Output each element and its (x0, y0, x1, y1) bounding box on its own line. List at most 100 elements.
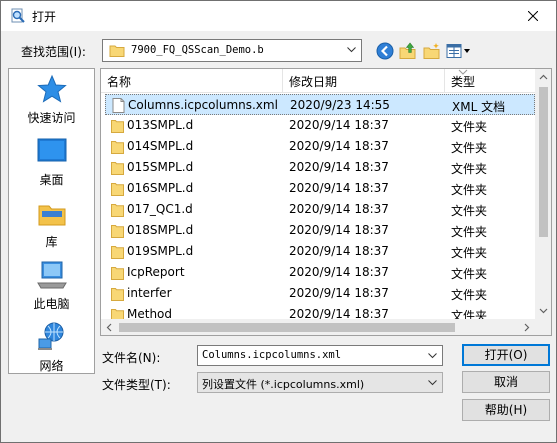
file-name: 015SMPL.d (127, 160, 194, 174)
folder-icon (111, 162, 124, 175)
filename-input[interactable]: Columns.icpcolumns.xml (197, 345, 443, 366)
file-row[interactable]: 014SMPL.d 2020/9/14 18:37 文件夹 (105, 136, 535, 157)
file-date: 2020/9/14 18:37 (289, 223, 389, 237)
file-row[interactable]: 016SMPL.d 2020/9/14 18:37 文件夹 (105, 178, 535, 199)
vertical-scroll-thumb[interactable] (539, 87, 548, 237)
folder-icon (111, 225, 124, 238)
library-icon (38, 205, 66, 226)
place-label: 网络 (39, 359, 64, 373)
place-desktop[interactable]: 桌面 (9, 135, 94, 195)
help-button[interactable]: 帮助(H) (462, 399, 550, 421)
file-type: 文件夹 (451, 246, 488, 260)
file-date: 2020/9/23 14:55 (290, 98, 390, 112)
file-type: XML 文档 (452, 100, 506, 114)
lookin-combo[interactable]: 7900_FQ_QSScan_Demo.b (102, 39, 362, 62)
window-title: 打开 (32, 10, 57, 24)
scroll-down-icon (539, 308, 548, 314)
place-label: 此电脑 (33, 297, 70, 311)
new-folder-button[interactable] (421, 40, 443, 62)
file-name: 016SMPL.d (127, 181, 194, 195)
folder-icon (111, 204, 124, 217)
file-row[interactable]: 019SMPL.d 2020/9/14 18:37 文件夹 (105, 241, 535, 262)
up-folder-button[interactable] (397, 40, 419, 62)
file-date: 2020/9/14 18:37 (289, 181, 389, 195)
file-date: 2020/9/14 18:37 (289, 160, 389, 174)
horizontal-scroll-thumb[interactable] (119, 323, 455, 332)
search-file-icon (11, 8, 25, 23)
close-button[interactable] (510, 1, 556, 31)
scroll-up-icon (539, 74, 548, 80)
network-icon (38, 322, 64, 350)
open-button[interactable]: 打开(O) (462, 344, 550, 366)
file-date: 2020/9/14 18:37 (289, 265, 389, 279)
chevron-down-icon[interactable] (428, 353, 437, 359)
file-list[interactable]: 名称 修改日期 类型 Columns.icpcolumns.xml 2020/9/… (100, 68, 552, 336)
file-type: 文件夹 (451, 288, 488, 302)
file-row[interactable]: 015SMPL.d 2020/9/14 18:37 文件夹 (105, 157, 535, 178)
open-file-dialog: 打开 查找范围(I): 7900_FQ_QSScan_Demo.b 快速访问 桌… (0, 0, 557, 443)
folder-icon (111, 267, 124, 280)
folder-icon (111, 288, 124, 301)
file-name: 018SMPL.d (127, 223, 194, 237)
column-header-date[interactable]: 修改日期 (283, 69, 445, 93)
file-row[interactable]: Columns.icpcolumns.xml 2020/9/23 14:55 XML… (105, 94, 535, 115)
file-type: 文件夹 (451, 225, 488, 239)
scroll-left-icon (106, 323, 112, 332)
back-button[interactable] (374, 40, 396, 62)
chevron-down-icon (428, 380, 437, 386)
title-bar[interactable]: 打开 (1, 1, 556, 31)
file-name: 013SMPL.d (127, 118, 194, 132)
place-quick-access[interactable]: 快速访问 (9, 73, 94, 133)
file-row[interactable]: IcpReport 2020/9/14 18:37 文件夹 (105, 262, 535, 283)
horizontal-scrollbar[interactable] (101, 319, 535, 335)
vertical-scrollbar[interactable] (535, 69, 551, 319)
filename-value: Columns.icpcolumns.xml (202, 349, 342, 361)
file-type: 文件夹 (451, 162, 488, 176)
up-folder-icon (399, 42, 416, 59)
close-icon (528, 11, 538, 21)
chevron-down-icon (347, 47, 356, 53)
filetype-select[interactable]: 列设置文件 (*.icpcolumns.xml) (197, 372, 443, 393)
file-name: interfer (127, 286, 172, 300)
lookin-value: 7900_FQ_QSScan_Demo.b (131, 44, 264, 56)
views-menu-button[interactable] (445, 40, 473, 62)
new-folder-icon (423, 43, 440, 59)
file-name: 014SMPL.d (127, 139, 194, 153)
folder-icon (111, 120, 124, 133)
cancel-button[interactable]: 取消 (462, 371, 550, 393)
place-label: 库 (45, 235, 58, 249)
file-date: 2020/9/14 18:37 (289, 244, 389, 258)
folder-icon (111, 183, 124, 196)
folder-icon (111, 141, 124, 154)
file-row[interactable]: 017_QC1.d 2020/9/14 18:37 文件夹 (105, 199, 535, 220)
file-name: IcpReport (127, 265, 185, 279)
file-name: Columns.icpcolumns.xml (128, 98, 278, 112)
views-menu-icon (446, 44, 470, 58)
file-row[interactable]: 013SMPL.d 2020/9/14 18:37 文件夹 (105, 115, 535, 136)
place-library[interactable]: 库 (9, 197, 94, 257)
file-name: 017_QC1.d (127, 202, 193, 216)
file-type: 文件夹 (451, 267, 488, 281)
folder-icon (111, 246, 124, 259)
filename-label: 文件名(N): (102, 351, 161, 365)
place-this-pc[interactable]: 此电脑 (9, 259, 94, 319)
file-name: 019SMPL.d (127, 244, 194, 258)
file-row[interactable]: interfer 2020/9/14 18:37 文件夹 (105, 283, 535, 304)
file-row[interactable]: 018SMPL.d 2020/9/14 18:37 文件夹 (105, 220, 535, 241)
file-type: 文件夹 (451, 204, 488, 218)
filetype-value: 列设置文件 (*.icpcolumns.xml) (202, 378, 365, 391)
place-network[interactable]: 网络 (9, 321, 94, 381)
file-type: 文件夹 (451, 141, 488, 155)
scrollbar-corner (535, 319, 551, 335)
place-label: 桌面 (39, 173, 64, 187)
star-icon (37, 74, 67, 103)
filetype-label: 文件类型(T): (102, 378, 171, 392)
back-arrow-icon (376, 42, 394, 60)
file-date: 2020/9/14 18:37 (289, 139, 389, 153)
desktop-icon (37, 138, 67, 162)
column-type-label: 类型 (451, 75, 476, 89)
column-header-name[interactable]: 名称 (101, 69, 283, 93)
folder-icon (109, 45, 125, 57)
places-bar: 快速访问 桌面 库 此电脑 网络 (8, 68, 95, 374)
scroll-right-icon (524, 323, 530, 332)
